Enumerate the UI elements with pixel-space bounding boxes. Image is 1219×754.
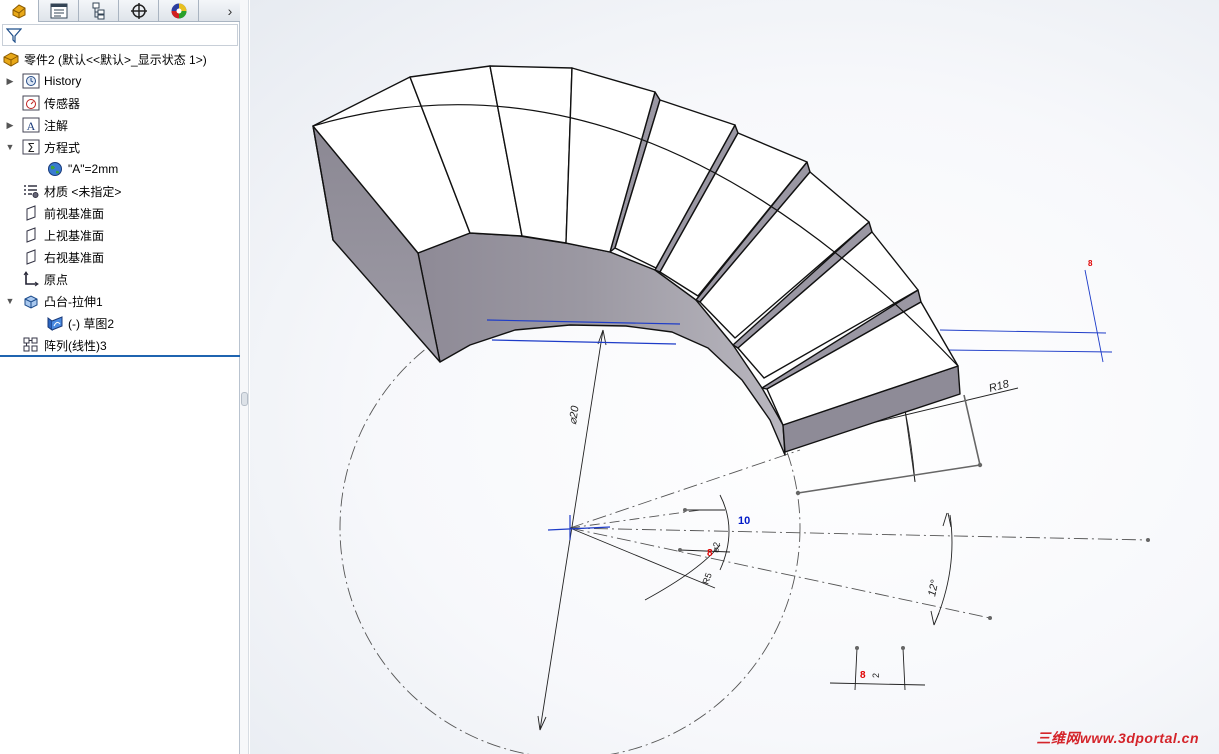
property-manager-icon: [50, 3, 68, 19]
material-icon: [22, 182, 40, 200]
tree-item-equations[interactable]: Σ 方程式: [22, 136, 80, 158]
sensor-icon: [22, 94, 40, 112]
dim-10: 10: [738, 515, 750, 527]
tree-item-label: 方程式: [44, 140, 81, 155]
display-manager-icon: [171, 3, 187, 19]
graphics-area[interactable]: R18 ⌀20 10 12° R5 ⌀2 2 8 8 8 三维网www.3dpo…: [250, 0, 1219, 754]
tree-item-label: 阵列(线性)3: [44, 338, 107, 353]
annotations-icon: A: [22, 116, 40, 134]
model-scene: R18 ⌀20 10 12° R5 ⌀2 2 8 8 8: [312, 65, 1150, 754]
plane-icon: [22, 226, 40, 244]
tab-property-manager[interactable]: [40, 0, 79, 22]
sketch-icon: [46, 314, 64, 332]
tree-item-right-plane[interactable]: 右视基准面: [22, 246, 104, 268]
tree-root-part[interactable]: 零件2 (默认<<默认>_显示状态 1>): [2, 48, 207, 70]
equation-marker: 8: [1088, 259, 1093, 268]
panel-splitter[interactable]: [240, 0, 249, 754]
tree-item-boss-extrude[interactable]: 凸台-拉伸1: [22, 290, 103, 312]
tree-item-annotations[interactable]: A 注解: [22, 114, 68, 136]
tree-item-label: 传感器: [44, 96, 81, 111]
dim-r18: R18: [988, 378, 1011, 395]
dim-diameter-20: ⌀20: [567, 404, 582, 425]
tab-feature-manager[interactable]: [0, 0, 39, 22]
filter-icon: [6, 28, 22, 43]
rollback-bar[interactable]: [0, 355, 240, 357]
tree-item-top-plane[interactable]: 上视基准面: [22, 224, 104, 246]
tree-item-sensors[interactable]: 传感器: [22, 92, 80, 114]
svg-text:Σ: Σ: [27, 141, 35, 155]
tree-item-material[interactable]: 材质 <未指定>: [22, 180, 121, 202]
feature-manager-panel: › 零件2 (默认<<默认>_显示状态 1>) ▶ History 传感器 ▶ …: [0, 0, 240, 754]
splitter-grip-handle[interactable]: [241, 392, 248, 406]
history-folder-icon: [22, 72, 40, 90]
tree-item-history[interactable]: History: [22, 70, 81, 92]
svg-text:A: A: [27, 119, 36, 133]
sketch-blue-lines: [486, 319, 681, 540]
crosshair-icon: [131, 3, 147, 19]
tree-item-origin[interactable]: 原点: [22, 268, 68, 290]
tree-item-label: (-) 草图2: [68, 316, 114, 331]
watermark-text: 三维网www.3dportal.cn: [1036, 730, 1199, 746]
linear-pattern-icon: [22, 336, 40, 354]
feature-manager-icon: [12, 4, 26, 19]
plane-icon: [22, 204, 40, 222]
globe-icon: [46, 160, 64, 178]
plane-icon: [22, 248, 40, 266]
part-body[interactable]: [312, 65, 961, 456]
tree-item-label: 凸台-拉伸1: [44, 294, 103, 309]
more-tabs-chevron-icon[interactable]: ›: [220, 0, 240, 22]
origin-icon: [22, 270, 40, 288]
tree-item-label: "A"=2mm: [68, 162, 119, 176]
tree-root-label: 零件2 (默认<<默认>_显示状态 1>): [24, 52, 207, 67]
dim-12-degree: 12°: [926, 578, 941, 597]
tree-item-label: 材质 <未指定>: [44, 184, 122, 199]
tree-item-front-plane[interactable]: 前视基准面: [22, 202, 104, 224]
collapse-arrow-icon[interactable]: ▼: [5, 142, 15, 152]
part-icon: [2, 50, 20, 68]
tree-item-label: 原点: [44, 272, 69, 287]
tree-item-linear-pattern[interactable]: 阵列(线性)3: [22, 334, 107, 356]
equations-sigma-icon: Σ: [22, 138, 40, 156]
tree-item-label: 前视基准面: [44, 206, 105, 221]
equation-marker: 8: [860, 670, 866, 681]
configuration-manager-icon: [92, 2, 105, 20]
tree-item-label: 注解: [44, 118, 69, 133]
tree-item-label: History: [44, 74, 82, 88]
extrude-icon: [22, 292, 40, 310]
tree-filter-box[interactable]: [2, 24, 238, 46]
expand-arrow-icon[interactable]: ▶: [5, 120, 15, 130]
dim-small-r: R5: [700, 571, 713, 585]
tree-item-label: 上视基准面: [44, 228, 105, 243]
tab-dimxpert-manager[interactable]: [120, 0, 159, 22]
tree-item-global-variable[interactable]: "A"=2mm: [46, 158, 118, 180]
panel-tab-bar: ›: [0, 0, 240, 22]
tree-item-sketch[interactable]: (-) 草图2: [46, 312, 114, 334]
tab-configuration-manager[interactable]: [80, 0, 119, 22]
tab-display-manager[interactable]: [160, 0, 199, 22]
equation-marker: 8: [707, 548, 713, 559]
dim-two: 2: [871, 673, 881, 678]
tree-item-label: 右视基准面: [44, 250, 105, 265]
expand-arrow-icon[interactable]: ▶: [5, 76, 15, 86]
collapse-arrow-icon[interactable]: ▼: [5, 296, 15, 306]
